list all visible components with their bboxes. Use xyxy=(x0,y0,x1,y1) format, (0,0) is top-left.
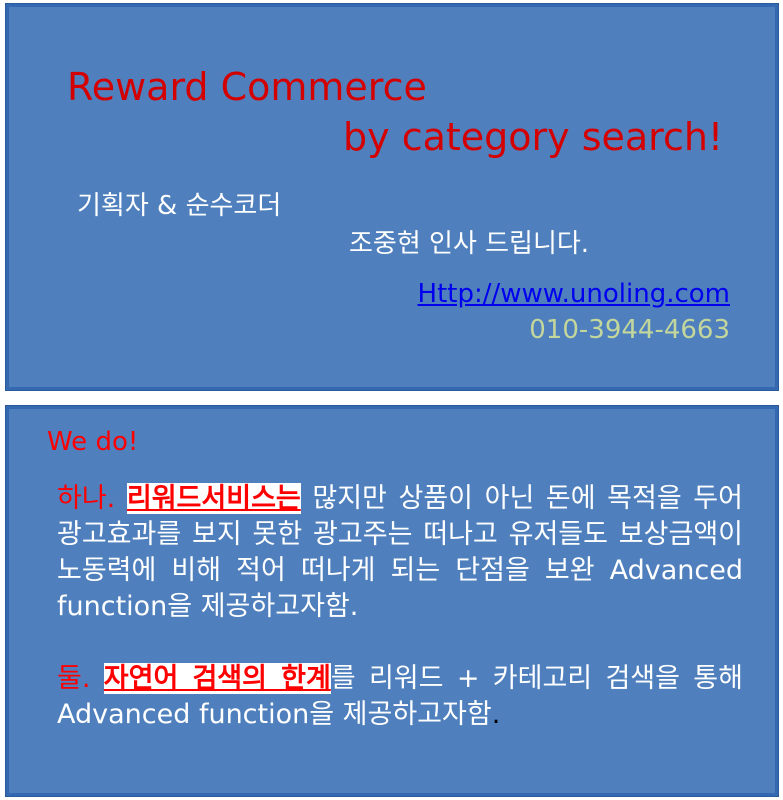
we-do-card: We do! 하나. 리워드서비스는 많지만 상품이 아닌 돈에 목적을 두어 … xyxy=(6,406,778,796)
item-two-paragraph: 둘. 자연어 검색의 한계를 리워드 + 카테고리 검색을 통해 Advance… xyxy=(57,661,743,733)
we-do-heading: We do! xyxy=(47,427,139,457)
item-two-number: 둘. xyxy=(57,663,91,694)
phone-number: 010-3944-4663 xyxy=(529,315,730,345)
item-one-number: 하나. xyxy=(57,483,116,514)
item-two-highlight: 자연어 검색의 한계 xyxy=(103,663,331,694)
role-text: 기획자 & 순수코더 xyxy=(77,191,282,221)
item-one-paragraph: 하나. 리워드서비스는 많지만 상품이 아닌 돈에 목적을 두어 광고효과를 보… xyxy=(57,481,743,625)
website-link[interactable]: Http://www.unoling.com xyxy=(418,279,730,309)
item-one-highlight: 리워드서비스는 xyxy=(126,483,301,514)
title-line-2: by category search! xyxy=(343,115,724,159)
intro-card: Reward Commerce by category search! 기획자 … xyxy=(6,4,778,390)
greeting-text: 조중현 인사 드립니다. xyxy=(349,229,590,259)
title-line-1: Reward Commerce xyxy=(67,65,427,109)
item-two-end: . xyxy=(491,699,501,730)
